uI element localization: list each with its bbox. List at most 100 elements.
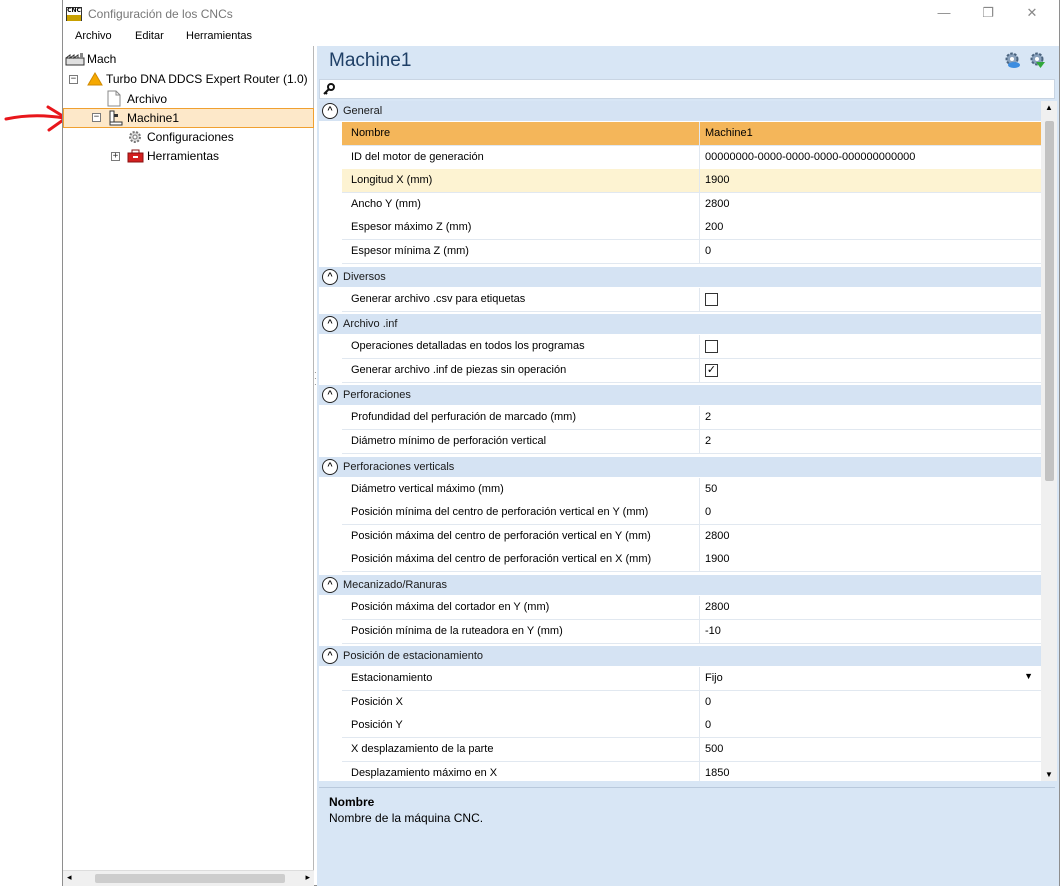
category-header[interactable]: ^ Mecanizado/Ranuras — [319, 575, 1041, 595]
category-label: General — [343, 105, 383, 117]
property-value[interactable]: 1850 — [705, 762, 729, 781]
property-value[interactable]: Machine1 — [705, 122, 753, 145]
collapse-icon[interactable]: ^ — [322, 268, 338, 285]
property-value[interactable]: 2 — [705, 406, 711, 429]
property-row[interactable]: Posición mínima del centro de perforació… — [342, 501, 1041, 526]
gear-green-icon[interactable] — [1028, 51, 1046, 69]
property-row[interactable]: Generar archivo .csv para etiquetas — [342, 287, 1041, 312]
property-value[interactable]: 0 — [705, 691, 711, 714]
collapse-icon[interactable]: ^ — [322, 458, 338, 475]
description-text: Nombre de la máquina CNC. — [329, 811, 484, 825]
gear-cloud-icon[interactable] — [1003, 51, 1021, 69]
property-row[interactable]: Desplazamiento máximo en X 1850 — [342, 761, 1041, 781]
gear-icon — [129, 131, 141, 143]
property-row[interactable]: Estacionamiento Fijo ▼ — [342, 667, 1041, 692]
expand-icon[interactable]: + — [111, 152, 120, 161]
property-value[interactable]: 2 — [705, 430, 711, 453]
dropdown-arrow-icon[interactable]: ▼ — [1024, 671, 1033, 681]
property-name: Estacionamiento — [351, 672, 433, 685]
property-row[interactable]: Profundidad del perfuración de marcado (… — [342, 406, 1041, 431]
property-value[interactable]: 2800 — [705, 596, 729, 619]
app-icon: CNC — [66, 7, 82, 21]
property-row[interactable]: Espesor mínima Z (mm) 0 — [342, 240, 1041, 264]
property-name: Posición máxima del centro de perforació… — [351, 529, 651, 542]
property-name: Longitud X (mm) — [351, 174, 433, 187]
restore-button[interactable]: ❐ — [965, 0, 1011, 28]
collapse-icon[interactable]: − — [92, 113, 101, 122]
category-header[interactable]: ^ Diversos — [319, 266, 1041, 287]
property-value[interactable]: 2800 — [705, 525, 729, 548]
property-row[interactable]: Diámetro mínimo de perforación vertical 2 — [342, 430, 1041, 454]
scroll-left-icon[interactable]: ◂ — [67, 872, 72, 883]
category-header[interactable]: ^ Perforaciones verticals — [319, 456, 1041, 477]
property-row[interactable]: Ancho Y (mm) 2800 — [342, 192, 1041, 217]
property-value[interactable]: 0 — [705, 714, 711, 737]
category-header[interactable]: ^ Posición de estacionamiento — [319, 646, 1041, 667]
column-divider — [699, 216, 700, 241]
property-dropdown-value[interactable]: Fijo — [705, 667, 723, 690]
category-label: Diversos — [343, 270, 386, 283]
collapse-icon[interactable]: ^ — [322, 577, 338, 593]
property-row[interactable]: Posición mínima de la ruteadora en Y (mm… — [342, 619, 1041, 644]
property-value[interactable]: 1900 — [705, 169, 729, 192]
property-row[interactable]: Posición máxima del centro de perforació… — [342, 548, 1041, 573]
property-value[interactable]: 200 — [705, 216, 723, 239]
property-row[interactable]: ID del motor de generación 00000000-0000-… — [342, 145, 1041, 170]
property-name: Posición mínima del centro de perforació… — [351, 506, 649, 519]
collapse-icon[interactable]: ^ — [322, 103, 338, 119]
property-value[interactable]: 0 — [705, 240, 711, 263]
property-name: Generar archivo .inf de piezas sin opera… — [351, 363, 567, 376]
category-header[interactable]: ^ Perforaciones — [319, 385, 1041, 406]
scrollbar-thumb[interactable] — [95, 874, 285, 883]
machine-tree: Mach − Turbo DNA DDCS Expert Router (1.0… — [63, 46, 314, 886]
collapse-icon[interactable]: ^ — [322, 387, 338, 404]
column-divider — [699, 287, 700, 312]
property-name: Desplazamiento máximo en X — [351, 766, 498, 779]
property-row[interactable]: Diámetro vertical máximo (mm) 50 — [342, 477, 1041, 502]
menu-herramientas[interactable]: Herramientas — [186, 30, 252, 42]
property-checkbox[interactable]: ✓ — [705, 363, 718, 377]
scroll-right-icon[interactable]: ▸ — [305, 872, 310, 883]
property-value[interactable]: 50 — [705, 478, 717, 501]
property-search[interactable] — [319, 79, 1055, 99]
close-button[interactable]: ✕ — [1009, 0, 1055, 28]
property-row[interactable]: Posición máxima del cortador en Y (mm) 28… — [342, 596, 1041, 620]
scroll-down-icon[interactable]: ▼ — [1045, 770, 1053, 779]
toolbox-icon — [127, 149, 144, 163]
category-header[interactable]: ^ General — [319, 101, 1041, 121]
property-checkbox[interactable] — [705, 292, 718, 306]
tree-horizontal-scrollbar[interactable]: ◂ ▸ — [63, 870, 314, 886]
property-row[interactable]: Longitud X (mm) 1900 — [342, 169, 1041, 194]
property-value[interactable]: 2800 — [705, 193, 729, 216]
property-value[interactable]: 0 — [705, 501, 711, 524]
property-row[interactable]: Operaciones detalladas en todos los prog… — [342, 335, 1041, 360]
tree-item-machine1[interactable]: − Machine1 — [63, 108, 314, 128]
collapse-icon[interactable]: − — [69, 75, 78, 84]
scrollbar-thumb[interactable] — [1045, 121, 1054, 481]
menu-archivo[interactable]: Archivo — [75, 30, 112, 42]
tree-label-archivo: Archivo — [127, 92, 168, 106]
property-value[interactable]: 1900 — [705, 548, 729, 571]
property-checkbox[interactable] — [705, 340, 718, 354]
property-row[interactable]: X desplazamiento de la parte 500 — [342, 738, 1041, 762]
description-title: Nombre — [329, 795, 375, 809]
property-row[interactable]: Posición X 0 — [342, 690, 1041, 715]
property-row[interactable]: Posición máxima del centro de perforació… — [342, 524, 1041, 549]
property-row[interactable]: Generar archivo .inf de piezas sin opera… — [342, 358, 1041, 383]
property-value[interactable]: -10 — [705, 620, 721, 643]
property-row[interactable]: Nombre Machine1 — [342, 122, 1041, 146]
property-value[interactable]: 00000000-0000-0000-0000-000000000000 — [705, 146, 915, 169]
minimize-button[interactable]: — — [921, 0, 967, 28]
menu-editar[interactable]: Editar — [135, 30, 164, 42]
property-row[interactable]: Posición Y 0 — [342, 714, 1041, 739]
column-divider — [699, 240, 700, 264]
category-header[interactable]: ^ Archivo .inf — [319, 314, 1041, 335]
collapse-icon[interactable]: ^ — [322, 648, 338, 665]
property-value[interactable]: 500 — [705, 738, 723, 761]
collapse-icon[interactable]: ^ — [322, 316, 338, 333]
grid-vertical-scrollbar[interactable]: ▲ ▼ — [1041, 101, 1057, 781]
property-row[interactable]: Espesor máximo Z (mm) 200 — [342, 216, 1041, 241]
column-divider — [699, 667, 700, 692]
scroll-up-icon[interactable]: ▲ — [1045, 103, 1053, 112]
column-divider — [699, 619, 700, 644]
